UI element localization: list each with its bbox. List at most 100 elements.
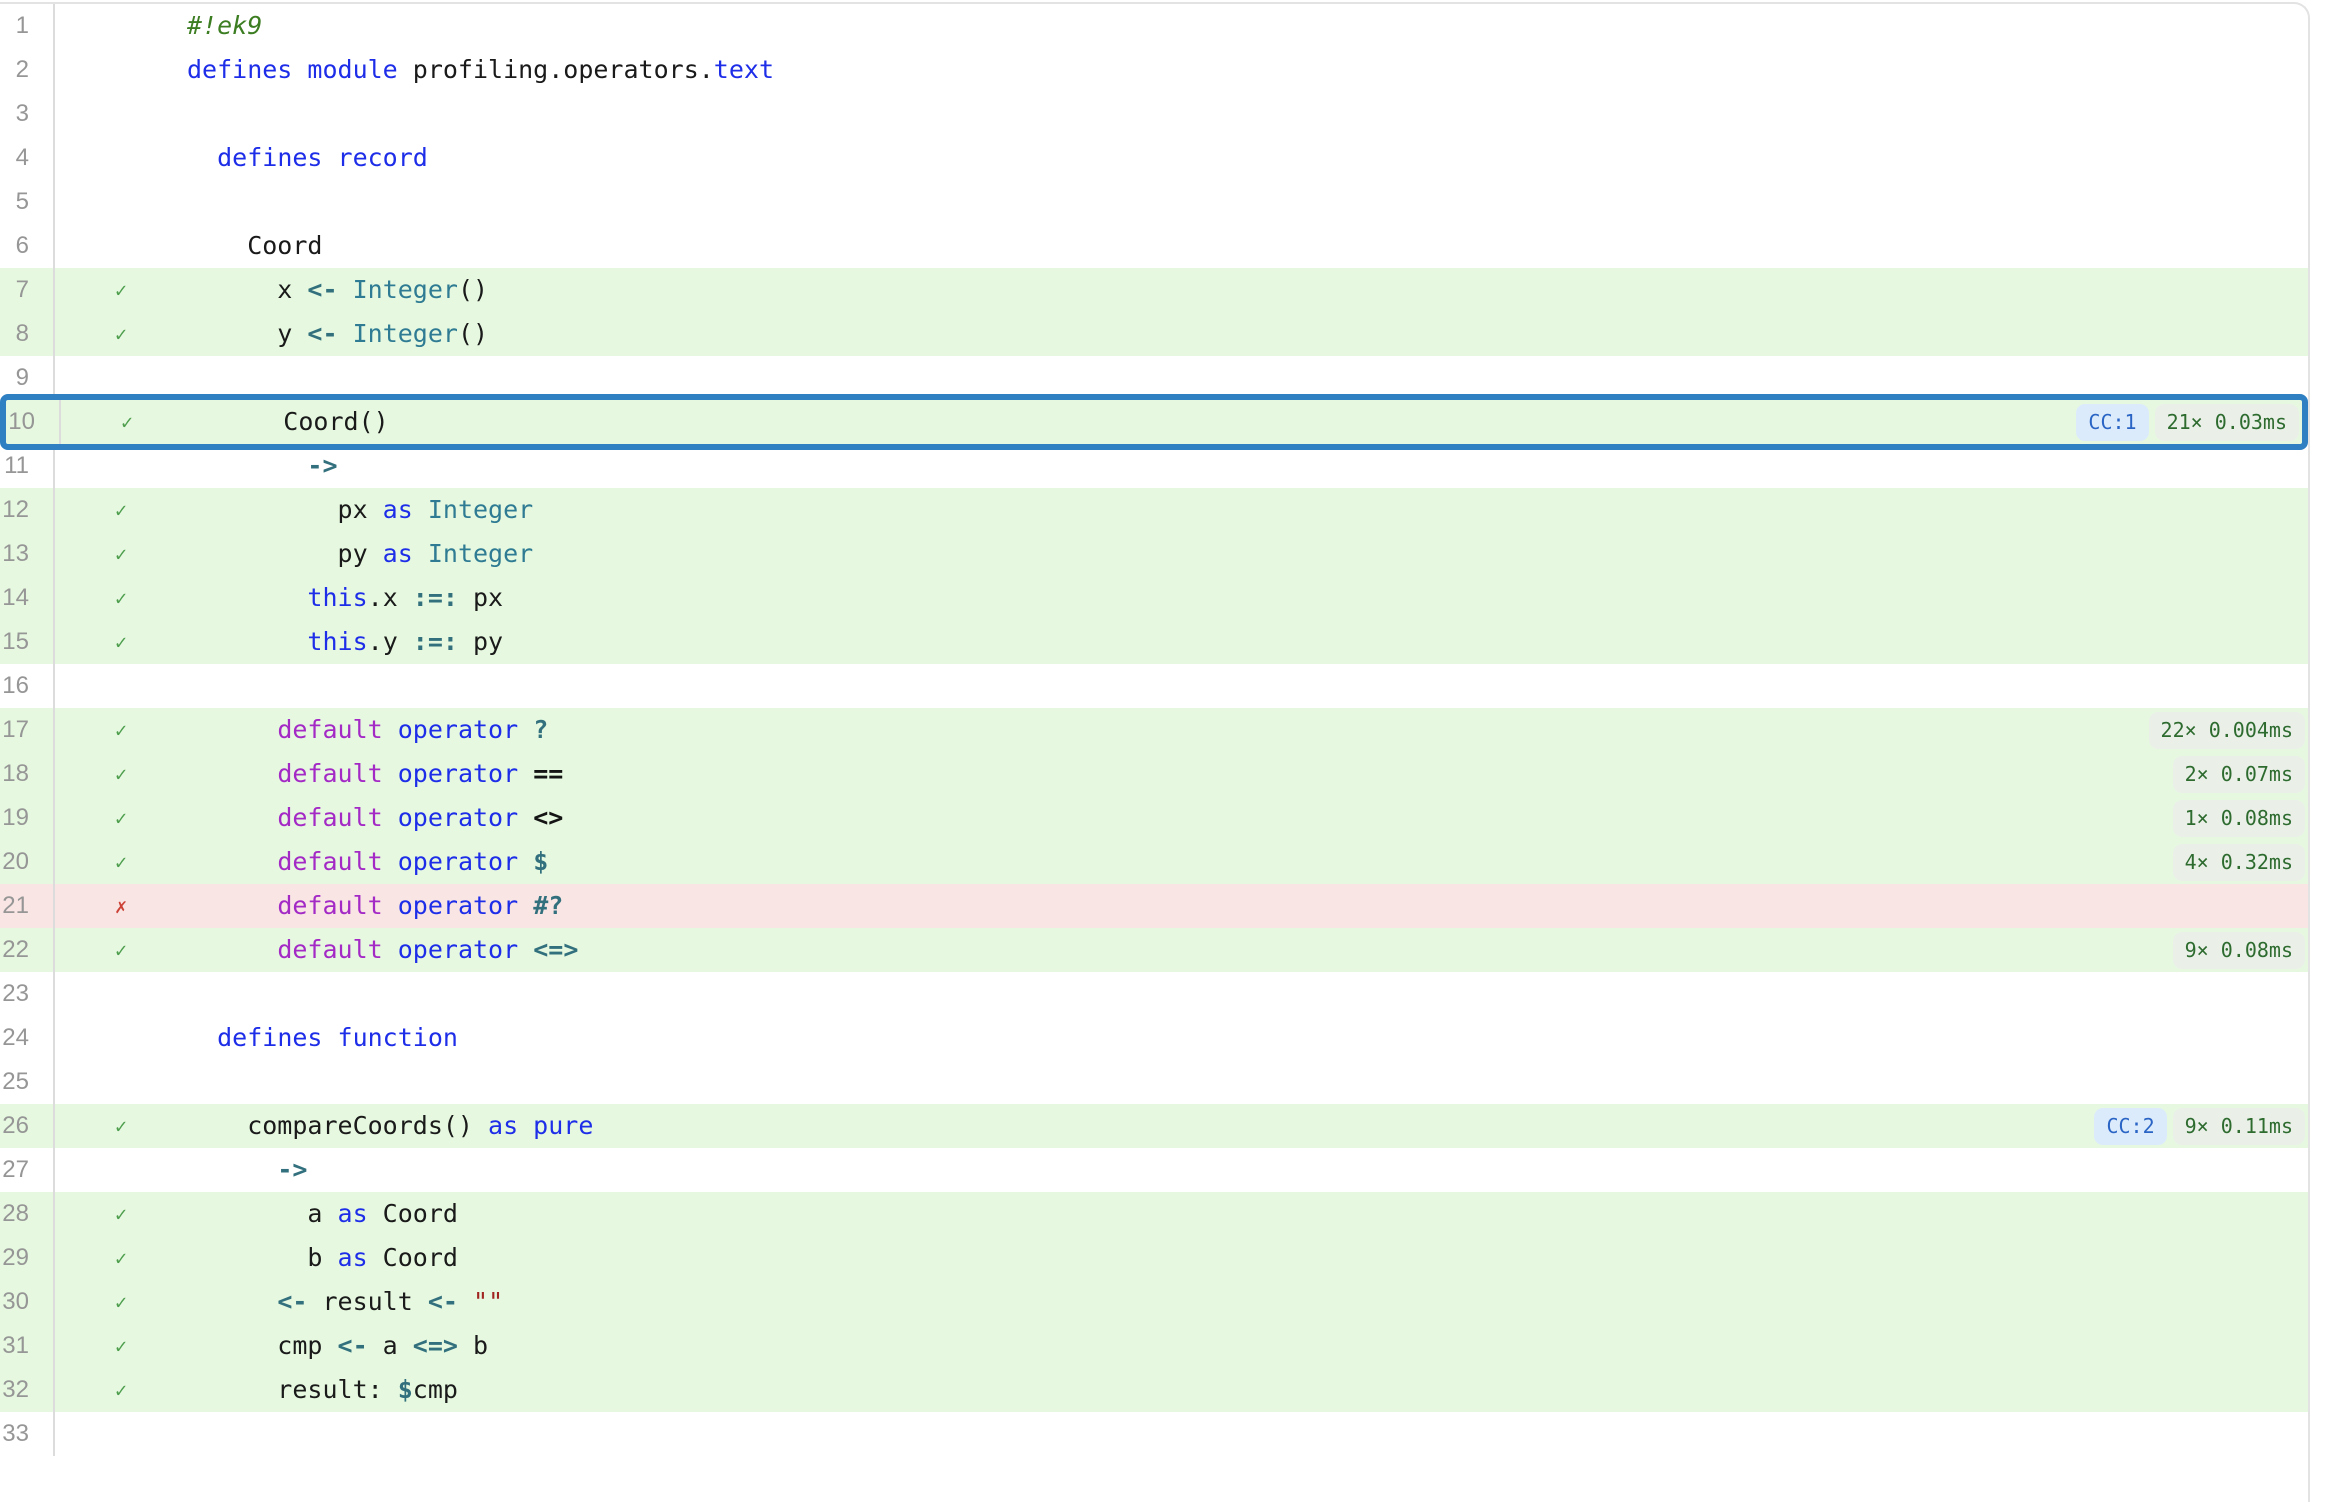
line-number[interactable]: 12 <box>0 488 55 532</box>
syntax-token-keyword: as <box>383 495 413 524</box>
syntax-token-plain <box>187 803 277 832</box>
line-number[interactable]: 31 <box>0 1324 55 1368</box>
syntax-token-modifier: default <box>277 891 382 920</box>
syntax-token-comment: #!ek9 <box>187 11 262 40</box>
code-line-21[interactable]: 21✗ default operator #? <box>0 884 2308 928</box>
syntax-token-op: <- <box>428 1287 458 1316</box>
syntax-token-op: <- <box>307 275 337 304</box>
line-number[interactable]: 2 <box>0 48 55 92</box>
syntax-token-plain <box>187 891 277 920</box>
line-metrics: 2× 0.07ms <box>2173 756 2308 793</box>
line-number[interactable]: 24 <box>0 1016 55 1060</box>
code-line-10[interactable]: 10✓ Coord()CC:121× 0.03ms <box>0 394 2308 450</box>
code-line-11[interactable]: 11 -> <box>0 444 2308 488</box>
code-line-4[interactable]: 4 defines record <box>0 136 2308 180</box>
line-number[interactable]: 18 <box>0 752 55 796</box>
line-number[interactable]: 21 <box>0 884 55 928</box>
code-line-31[interactable]: 31✓ cmp <- a <=> b <box>0 1324 2308 1368</box>
line-number[interactable]: 16 <box>0 664 55 708</box>
code-line-1[interactable]: 1 #!ek9 <box>0 4 2308 48</box>
code-line-19[interactable]: 19✓ default operator <>1× 0.08ms <box>0 796 2308 840</box>
cyclomatic-complexity-badge: CC:2 <box>2094 1108 2166 1145</box>
line-number[interactable]: 13 <box>0 532 55 576</box>
line-number[interactable]: 15 <box>0 620 55 664</box>
line-number[interactable]: 22 <box>0 928 55 972</box>
code-text: result: $cmp <box>187 1368 458 1412</box>
syntax-token-plain <box>458 1287 473 1316</box>
code-text: Coord <box>187 224 322 268</box>
code-line-2[interactable]: 2defines module profiling.operators.text <box>0 48 2308 92</box>
covered-check-icon: ✓ <box>55 630 187 654</box>
line-number[interactable]: 20 <box>0 840 55 884</box>
code-line-8[interactable]: 8✓ y <- Integer() <box>0 312 2308 356</box>
code-line-14[interactable]: 14✓ this.x :=: px <box>0 576 2308 620</box>
line-number[interactable]: 17 <box>0 708 55 752</box>
code-line-13[interactable]: 13✓ py as Integer <box>0 532 2308 576</box>
code-line-20[interactable]: 20✓ default operator $4× 0.32ms <box>0 840 2308 884</box>
line-number[interactable]: 25 <box>0 1060 55 1104</box>
line-number[interactable]: 3 <box>0 92 55 136</box>
syntax-token-keyword: defines function <box>217 1023 458 1052</box>
line-number[interactable]: 26 <box>0 1104 55 1148</box>
code-line-25[interactable]: 25 <box>0 1060 2308 1104</box>
syntax-token-plain: () <box>458 319 488 348</box>
code-text: defines record <box>187 136 428 180</box>
syntax-token-plain <box>187 1155 277 1184</box>
code-line-7[interactable]: 7✓ x <- Integer() <box>0 268 2308 312</box>
code-line-5[interactable]: 5 <box>0 180 2308 224</box>
line-number[interactable]: 11 <box>0 444 55 488</box>
code-line-27[interactable]: 27 -> <box>0 1148 2308 1192</box>
code-text: #!ek9 <box>187 4 262 48</box>
syntax-token-plain <box>518 935 533 964</box>
code-line-29[interactable]: 29✓ b as Coord <box>0 1236 2308 1280</box>
code-line-23[interactable]: 23 <box>0 972 2308 1016</box>
syntax-token-plain <box>187 143 217 172</box>
line-number[interactable]: 4 <box>0 136 55 180</box>
code-line-30[interactable]: 30✓ <- result <- "" <box>0 1280 2308 1324</box>
syntax-token-plain: py <box>187 539 383 568</box>
code-text: -> <box>187 1148 307 1192</box>
line-number[interactable]: 32 <box>0 1368 55 1412</box>
code-line-26[interactable]: 26✓ compareCoords() as pureCC:29× 0.11ms <box>0 1104 2308 1148</box>
syntax-token-plain: b <box>458 1331 488 1360</box>
line-number[interactable]: 10 <box>6 400 61 444</box>
code-line-33[interactable]: 33 <box>0 1412 2308 1456</box>
covered-check-icon: ✓ <box>55 850 187 874</box>
code-line-28[interactable]: 28✓ a as Coord <box>0 1192 2308 1236</box>
code-line-24[interactable]: 24 defines function <box>0 1016 2308 1060</box>
code-line-18[interactable]: 18✓ default operator ==2× 0.07ms <box>0 752 2308 796</box>
line-number[interactable]: 6 <box>0 224 55 268</box>
covered-check-icon: ✓ <box>55 938 187 962</box>
profiling-timing-badge: 1× 0.08ms <box>2173 800 2305 837</box>
line-number[interactable]: 28 <box>0 1192 55 1236</box>
line-number[interactable]: 5 <box>0 180 55 224</box>
syntax-token-plain: () <box>458 275 488 304</box>
line-number[interactable]: 7 <box>0 268 55 312</box>
syntax-token-keyword: operator <box>398 715 518 744</box>
line-number[interactable]: 8 <box>0 312 55 356</box>
code-line-32[interactable]: 32✓ result: $cmp <box>0 1368 2308 1412</box>
line-number[interactable]: 30 <box>0 1280 55 1324</box>
syntax-token-plain: a <box>187 1199 338 1228</box>
code-line-16[interactable]: 16 <box>0 664 2308 708</box>
code-line-6[interactable]: 6 Coord <box>0 224 2308 268</box>
profiling-timing-badge: 9× 0.08ms <box>2173 932 2305 969</box>
syntax-token-keyword: defines record <box>217 143 428 172</box>
syntax-token-op: <=> <box>533 935 578 964</box>
code-text: default operator $ <box>187 840 548 884</box>
line-number[interactable]: 27 <box>0 1148 55 1192</box>
code-line-12[interactable]: 12✓ px as Integer <box>0 488 2308 532</box>
code-text: this.y :=: py <box>187 620 503 664</box>
line-number[interactable]: 1 <box>0 4 55 48</box>
code-line-15[interactable]: 15✓ this.y :=: py <box>0 620 2308 664</box>
syntax-token-plain: cmp <box>187 1331 338 1360</box>
code-line-22[interactable]: 22✓ default operator <=>9× 0.08ms <box>0 928 2308 972</box>
syntax-token-op: $ <box>533 847 548 876</box>
code-line-3[interactable]: 3 <box>0 92 2308 136</box>
line-number[interactable]: 33 <box>0 1412 55 1456</box>
line-number[interactable]: 14 <box>0 576 55 620</box>
line-number[interactable]: 23 <box>0 972 55 1016</box>
code-line-17[interactable]: 17✓ default operator ?22× 0.004ms <box>0 708 2308 752</box>
line-number[interactable]: 19 <box>0 796 55 840</box>
line-number[interactable]: 29 <box>0 1236 55 1280</box>
